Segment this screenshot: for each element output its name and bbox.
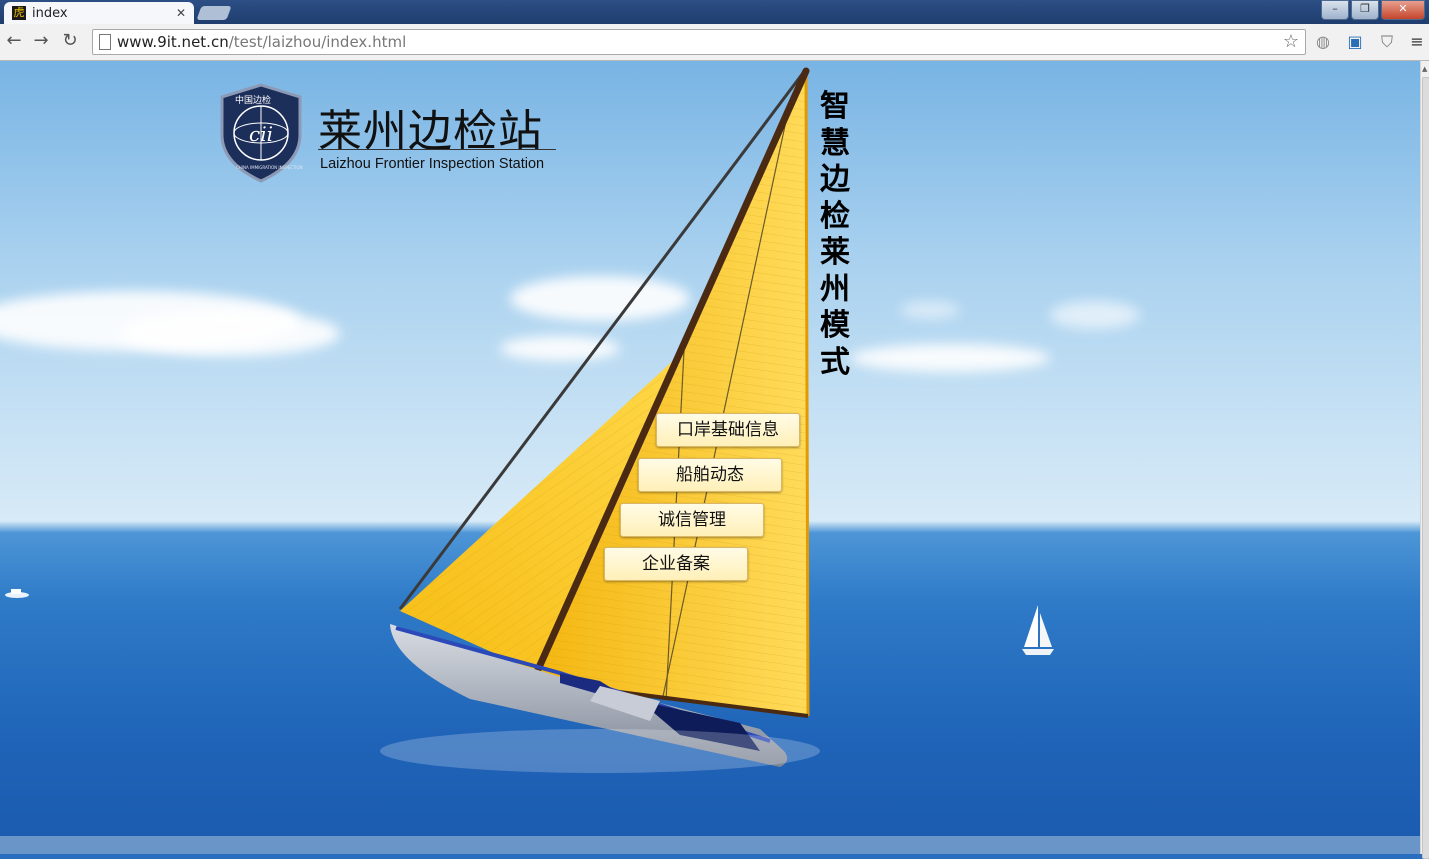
distant-boat-icon (5, 589, 29, 598)
browser-titlebar: 虎 index ✕ – ❐ ✕ (0, 0, 1429, 24)
slogan-char: 莱 (820, 235, 850, 270)
slogan-char: 检 (820, 198, 850, 234)
vertical-scrollbar[interactable]: ▲ (1420, 61, 1429, 859)
cloud (1050, 301, 1140, 329)
tab-title: index (32, 5, 68, 21)
url-text: www.9it.net.cn/test/laizhou/index.html (117, 33, 406, 51)
emblem-text: 中国边检 (235, 96, 272, 106)
svg-text:cii: cii (249, 122, 273, 146)
vertical-slogan: 智 慧 边 检 莱 州 模 式 (817, 89, 853, 381)
address-bar[interactable]: www.9it.net.cn/test/laizhou/index.html ☆ (92, 29, 1306, 55)
cloud (900, 301, 960, 319)
browser-toolbar: ← → ↻ www.9it.net.cn/test/laizhou/index.… (0, 24, 1429, 61)
menu-button-ship-dynamics[interactable]: 船舶动态 (638, 458, 782, 492)
menu-button-port-info[interactable]: 口岸基础信息 (656, 413, 800, 447)
new-tab-button[interactable] (196, 6, 232, 20)
globe-icon[interactable]: ◍ (1313, 32, 1333, 52)
page-viewport: cii 中国边检 CHINA IMMIGRATION INSPECTION 莱州… (0, 61, 1420, 854)
slogan-char: 模 (820, 308, 850, 343)
close-window-button[interactable]: ✕ (1381, 0, 1425, 20)
reload-icon[interactable]: ↻ (59, 30, 81, 52)
minimize-button[interactable]: – (1321, 0, 1349, 20)
slogan-char: 州 (820, 271, 850, 307)
cloud (850, 344, 1050, 372)
menu-icon[interactable]: ≡ (1409, 32, 1425, 52)
site-favicon-icon: 虎 (12, 6, 26, 20)
slogan-char: 慧 (820, 125, 850, 161)
window-controls: – ❐ ✕ (1319, 0, 1425, 20)
menu-button-credit-management[interactable]: 诚信管理 (620, 503, 764, 537)
star-icon[interactable]: ☆ (1283, 31, 1299, 52)
menu-button-enterprise-filing[interactable]: 企业备案 (604, 547, 748, 581)
browser-tab[interactable]: 虎 index ✕ (4, 2, 194, 24)
shield-icon[interactable]: ⛉ (1377, 32, 1397, 52)
restore-button[interactable]: ❐ (1351, 0, 1379, 20)
url-path: /test/laizhou/index.html (228, 33, 407, 51)
slogan-char: 边 (820, 162, 850, 197)
emblem-ring-text: CHINA IMMIGRATION INSPECTION (236, 165, 303, 170)
footer-strip (0, 836, 1420, 854)
close-tab-icon[interactable]: ✕ (174, 6, 188, 20)
white-sailboat-icon (1022, 605, 1054, 655)
back-arrow-icon[interactable]: ← (3, 30, 25, 52)
forward-arrow-icon[interactable]: → (30, 30, 52, 52)
url-host: www.9it.net.cn (117, 33, 229, 51)
cloud (120, 311, 340, 356)
scrollbar-thumb[interactable] (1422, 77, 1429, 859)
slogan-char: 式 (820, 344, 850, 380)
screen-icon[interactable]: ▣ (1345, 32, 1365, 52)
scroll-up-icon[interactable]: ▲ (1422, 65, 1427, 73)
page-icon (99, 34, 111, 50)
slogan-char: 智 (820, 89, 850, 124)
